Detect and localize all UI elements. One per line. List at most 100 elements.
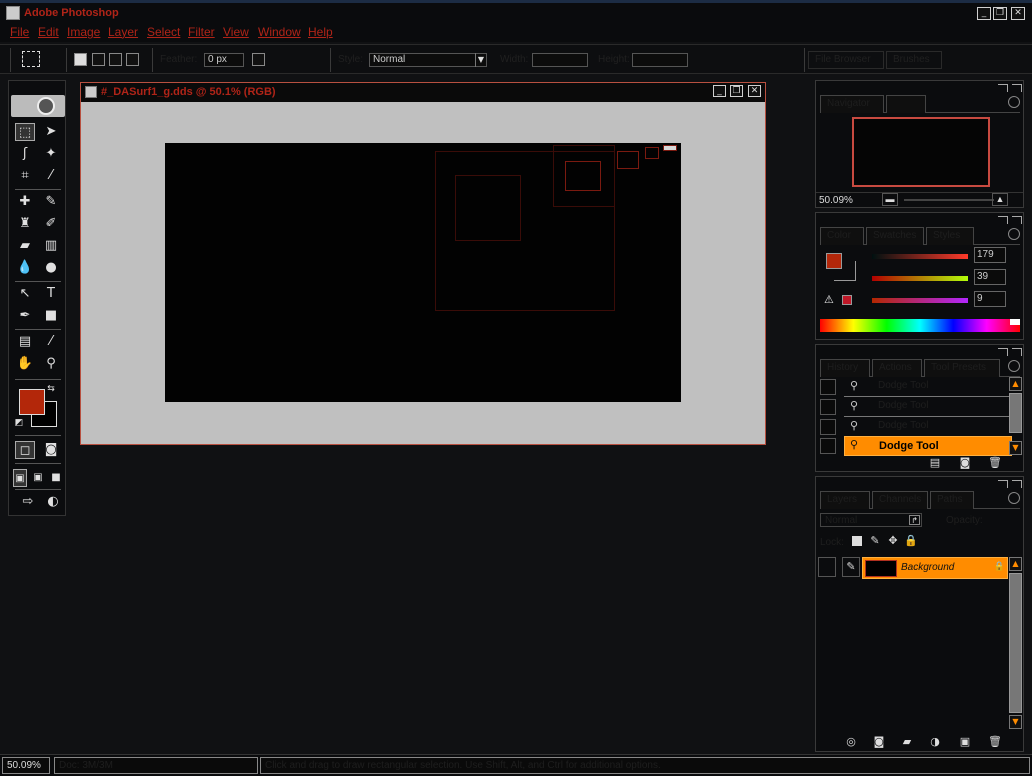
jump-to-imageready-icon[interactable]: ⇨ [15,493,41,511]
gradient-tool-icon[interactable]: ▥ [41,237,61,255]
add-selection-icon[interactable] [92,53,105,66]
quick-mask-mode-icon[interactable]: ◙ [41,441,61,459]
menu-edit[interactable]: Edit [38,25,59,39]
blend-mode-select[interactable]: Normal ↱ [820,513,922,527]
menu-image[interactable]: Image [67,25,100,39]
panel-grip-icon[interactable] [1012,216,1022,224]
new-document-from-state-icon[interactable]: ▤ [928,456,942,470]
tab-history[interactable]: History [820,359,870,377]
color-panel-background-swatch[interactable] [834,261,856,281]
color-ramp-white-chip[interactable] [1010,319,1020,325]
marquee-preset-icon[interactable] [22,51,40,67]
clone-stamp-tool-icon[interactable]: ♜ [15,215,35,233]
tab-layers[interactable]: Layers [820,491,870,509]
dodge-tool-icon[interactable]: ● [41,259,61,277]
lock-all-lock-icon[interactable]: 🔒 [904,534,918,548]
layer-visibility-eye-icon[interactable] [818,557,836,577]
panel-grip-icon[interactable] [1012,480,1022,488]
menu-file[interactable]: File [10,25,29,39]
green-value[interactable]: 39 [974,269,1006,285]
tab-color[interactable]: Color [820,227,864,245]
menu-select[interactable]: Select [147,25,180,39]
healing-brush-tool-icon[interactable]: ✚ [15,193,35,211]
new-layer-icon[interactable]: ▣ [958,735,972,749]
new-selection-icon[interactable] [74,53,87,66]
document-maximize-button[interactable]: ❐ [730,85,743,97]
new-layer-set-folder-icon[interactable]: ▰ [900,735,914,749]
tab-styles[interactable]: Styles [926,227,974,245]
history-item[interactable]: Dodge Tool ⚲ [820,397,1012,417]
layers-scrollbar-thumb[interactable] [1009,573,1022,713]
status-doc-info[interactable]: Doc: 3M/3M [54,757,258,774]
move-tool-icon[interactable]: ➤ [41,123,61,141]
layer-row-background[interactable]: Background 🔒 [862,557,1008,579]
document-title-bar[interactable]: #_DASurf1_g.dds @ 50.1% (RGB) _ ❐ ✕ [81,83,765,102]
layers-scroll-up-icon[interactable]: ▲ [1009,557,1022,571]
standard-mode-icon[interactable]: ◻ [15,441,35,459]
history-item[interactable]: Dodge Tool ⚲ [820,417,1012,437]
layer-name[interactable]: Background [901,562,954,573]
zoom-out-icon[interactable]: ▬ [882,193,898,206]
lock-image-pixels-brush-icon[interactable]: ✎ [868,534,882,548]
hand-tool-icon[interactable]: ✋ [15,355,35,373]
delete-layer-trash-icon[interactable]: 🗑 [988,735,1002,749]
history-snapshot-checkbox[interactable] [820,419,836,435]
tab-tool-presets[interactable]: Tool Presets [924,359,1000,377]
history-scroll-up-icon[interactable]: ▲ [1009,377,1022,391]
gamut-color-swatch[interactable] [842,295,852,305]
tab-channels[interactable]: Channels [872,491,928,509]
blue-slider[interactable] [872,298,968,303]
color-ramp[interactable] [820,319,1020,332]
navigator-preview[interactable] [852,117,990,187]
anti-alias-checkbox[interactable] [252,53,265,66]
new-snapshot-icon[interactable]: ◙ [958,456,972,470]
panel-grip-icon[interactable] [1012,84,1022,92]
height-input[interactable] [632,53,688,67]
panel-grip-icon[interactable] [998,480,1008,488]
path-selection-tool-icon[interactable]: ↖ [15,285,35,303]
navigator-zoom-value[interactable]: 50.09% [819,195,853,206]
delete-state-trash-icon[interactable]: 🗑 [988,456,1002,470]
layer-brush-icon[interactable]: ✎ [842,557,860,577]
standard-screen-mode-icon[interactable]: ▣ [13,469,27,487]
new-adjustment-layer-icon[interactable]: ◑ [928,735,942,749]
pen-tool-icon[interactable]: ✒ [15,307,35,325]
history-snapshot-checkbox[interactable] [820,438,836,454]
tab-paths[interactable]: Paths [930,491,974,509]
zoom-tool-icon[interactable]: ⚲ [41,355,61,373]
menu-layer[interactable]: Layer [108,25,138,39]
history-scroll-down-icon[interactable]: ▼ [1009,441,1022,455]
zoom-in-icon[interactable]: ▲ [992,193,1008,206]
history-snapshot-checkbox[interactable] [820,399,836,415]
menu-help[interactable]: Help [308,25,333,39]
feather-input[interactable]: 0 px [204,53,244,67]
menu-filter[interactable]: Filter [188,25,215,39]
minimize-button[interactable]: _ [977,7,991,20]
rectangular-marquee-tool-icon[interactable]: ⬚ [15,123,35,141]
history-snapshot-checkbox[interactable] [820,379,836,395]
layers-scroll-down-icon[interactable]: ▼ [1009,715,1022,729]
brush-tool-icon[interactable]: ✎ [41,193,61,211]
type-tool-icon[interactable]: T [41,285,61,303]
blue-value[interactable]: 9 [974,291,1006,307]
brushes-tab[interactable]: Brushes [886,51,942,69]
swap-colors-icon[interactable]: ⇆ [45,383,57,395]
history-scrollbar-thumb[interactable] [1009,393,1022,433]
full-screen-menu-mode-icon[interactable]: ▣ [31,469,45,487]
full-screen-mode-icon[interactable]: ■ [49,469,63,487]
lock-transparent-pixels-icon[interactable] [852,536,862,546]
document-minimize-button[interactable]: _ [713,85,726,97]
document-close-button[interactable]: ✕ [748,85,761,97]
lock-position-move-icon[interactable]: ✥ [886,534,900,548]
eraser-tool-icon[interactable]: ▰ [15,237,35,255]
navigator-zoom-slider[interactable] [904,199,994,201]
add-layer-style-icon[interactable]: ◎ [844,735,858,749]
status-zoom[interactable]: 50.09% [2,757,50,774]
blur-tool-icon[interactable]: 💧 [15,259,35,277]
imageready-logo-icon[interactable]: ◐ [43,493,63,511]
restore-button[interactable]: ❐ [993,7,1007,20]
toolbox-header-logo[interactable] [11,95,65,117]
history-brush-tool-icon[interactable]: ✐ [41,215,61,233]
magic-wand-tool-icon[interactable]: ✦ [41,145,61,163]
foreground-color-swatch[interactable] [19,389,45,415]
